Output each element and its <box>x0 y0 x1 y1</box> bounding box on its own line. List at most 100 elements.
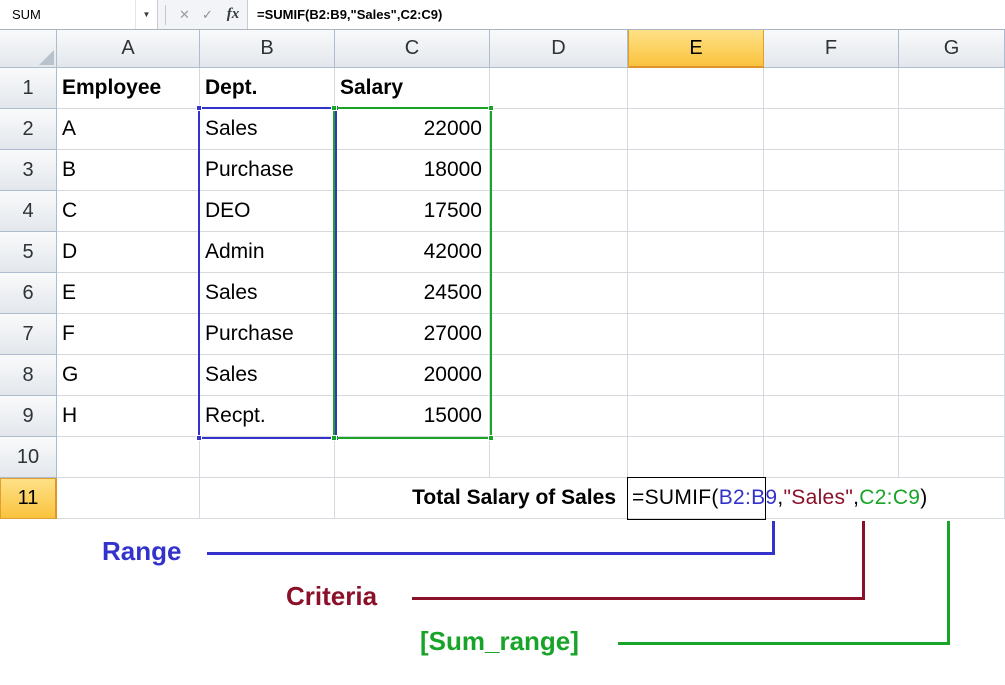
cell-E5[interactable] <box>628 232 764 273</box>
cell-D10[interactable] <box>490 437 628 478</box>
cell-F4[interactable] <box>764 191 899 232</box>
row-header-7[interactable]: 7 <box>0 314 57 355</box>
cell-C1[interactable]: Salary <box>335 68 490 109</box>
cell-G7[interactable] <box>899 314 1005 355</box>
cell-C9[interactable]: 15000 <box>335 396 490 437</box>
cell-F10[interactable] <box>764 437 899 478</box>
cell-D3[interactable] <box>490 150 628 191</box>
row-header-1[interactable]: 1 <box>0 68 57 109</box>
cell-B2[interactable]: Sales <box>200 109 335 150</box>
cell-C2[interactable]: 22000 <box>335 109 490 150</box>
cell-G8[interactable] <box>899 355 1005 396</box>
cell-B5[interactable]: Admin <box>200 232 335 273</box>
cell-C5[interactable]: 42000 <box>335 232 490 273</box>
cell-D9[interactable] <box>490 396 628 437</box>
cell-E10[interactable] <box>628 437 764 478</box>
cell-D5[interactable] <box>490 232 628 273</box>
cell-B3[interactable]: Purchase <box>200 150 335 191</box>
select-all-button[interactable] <box>0 30 57 68</box>
cell-G9[interactable] <box>899 396 1005 437</box>
row-header-4[interactable]: 4 <box>0 191 57 232</box>
row-header-8[interactable]: 8 <box>0 355 57 396</box>
cell-G10[interactable] <box>899 437 1005 478</box>
cell-G3[interactable] <box>899 150 1005 191</box>
cell-C6[interactable]: 24500 <box>335 273 490 314</box>
cell-B7[interactable]: Purchase <box>200 314 335 355</box>
cell-C7[interactable]: 27000 <box>335 314 490 355</box>
cell-A2[interactable]: A <box>57 109 200 150</box>
cell-C4[interactable]: 17500 <box>335 191 490 232</box>
cell-F6[interactable] <box>764 273 899 314</box>
row-header-5[interactable]: 5 <box>0 232 57 273</box>
insert-function-button[interactable]: fx <box>219 0 247 29</box>
cell-A3[interactable]: B <box>57 150 200 191</box>
cell-G5[interactable] <box>899 232 1005 273</box>
cell-E7[interactable] <box>628 314 764 355</box>
cell-A10[interactable] <box>57 437 200 478</box>
cell-B6[interactable]: Sales <box>200 273 335 314</box>
cell-A7[interactable]: F <box>57 314 200 355</box>
cell-B4[interactable]: DEO <box>200 191 335 232</box>
cell-C10[interactable] <box>335 437 490 478</box>
formula-input[interactable]: =SUMIF(B2:B9,"Sales",C2:C9) <box>247 0 1005 29</box>
cell-E6[interactable] <box>628 273 764 314</box>
cell-F9[interactable] <box>764 396 899 437</box>
cell-F7[interactable] <box>764 314 899 355</box>
column-header-E[interactable]: E <box>628 30 764 68</box>
cell-D4[interactable] <box>490 191 628 232</box>
cell-E11-active[interactable]: =SUMIF( B2:B9 , "Sales" , C2:C9 ) <box>628 478 1005 519</box>
row-header-3[interactable]: 3 <box>0 150 57 191</box>
column-header-C[interactable]: C <box>335 30 490 68</box>
cell-B11[interactable] <box>200 478 335 519</box>
cell-G4[interactable] <box>899 191 1005 232</box>
row-header-9[interactable]: 9 <box>0 396 57 437</box>
column-header-F[interactable]: F <box>764 30 899 68</box>
cell-A11[interactable] <box>57 478 200 519</box>
cell-F8[interactable] <box>764 355 899 396</box>
column-header-D[interactable]: D <box>490 30 628 68</box>
cell-D6[interactable] <box>490 273 628 314</box>
cell-F1[interactable] <box>764 68 899 109</box>
enter-button[interactable]: ✓ <box>196 0 219 29</box>
cell-A6[interactable]: E <box>57 273 200 314</box>
name-box[interactable]: SUM ▼ <box>0 0 158 29</box>
cell-F5[interactable] <box>764 232 899 273</box>
cell-E8[interactable] <box>628 355 764 396</box>
cell-D8[interactable] <box>490 355 628 396</box>
cell-B9[interactable]: Recpt. <box>200 396 335 437</box>
cell-E9[interactable] <box>628 396 764 437</box>
cell-B1[interactable]: Dept. <box>200 68 335 109</box>
cell-A1[interactable]: Employee <box>57 68 200 109</box>
cell-D7[interactable] <box>490 314 628 355</box>
column-header-A[interactable]: A <box>57 30 200 68</box>
cell-B10[interactable] <box>200 437 335 478</box>
cell-G6[interactable] <box>899 273 1005 314</box>
cell-E3[interactable] <box>628 150 764 191</box>
column-header-G[interactable]: G <box>899 30 1005 68</box>
row-header-6[interactable]: 6 <box>0 273 57 314</box>
name-box-dropdown-icon[interactable]: ▼ <box>135 0 157 29</box>
cell-E1[interactable] <box>628 68 764 109</box>
cell-A9[interactable]: H <box>57 396 200 437</box>
cell-E2[interactable] <box>628 109 764 150</box>
row-header-11[interactable]: 11 <box>0 478 57 519</box>
cell-C3[interactable]: 18000 <box>335 150 490 191</box>
row-header-2[interactable]: 2 <box>0 109 57 150</box>
column-header-B[interactable]: B <box>200 30 335 68</box>
cell-D2[interactable] <box>490 109 628 150</box>
cell-F2[interactable] <box>764 109 899 150</box>
formula-prefix: =SUMIF( <box>632 486 719 509</box>
cell-A5[interactable]: D <box>57 232 200 273</box>
cell-B8[interactable]: Sales <box>200 355 335 396</box>
cell-D1[interactable] <box>490 68 628 109</box>
cell-E4[interactable] <box>628 191 764 232</box>
cell-G1[interactable] <box>899 68 1005 109</box>
cancel-button[interactable]: ✕ <box>173 0 196 29</box>
cell-G2[interactable] <box>899 109 1005 150</box>
cell-A4[interactable]: C <box>57 191 200 232</box>
cell-A8[interactable]: G <box>57 355 200 396</box>
cell-C8[interactable]: 20000 <box>335 355 490 396</box>
cell-C11[interactable]: Total Salary of Sales <box>335 478 628 519</box>
row-header-10[interactable]: 10 <box>0 437 57 478</box>
cell-F3[interactable] <box>764 150 899 191</box>
